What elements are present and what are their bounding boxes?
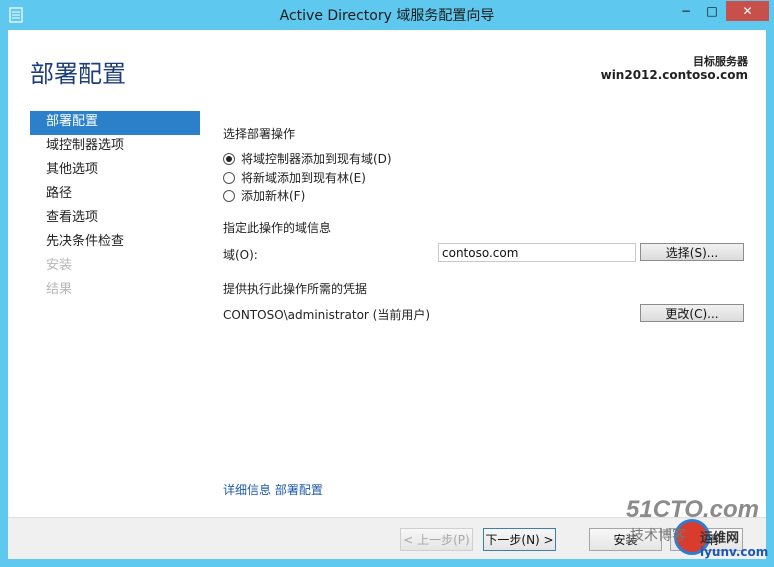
wizard-window: Active Directory 域服务配置向导 − □ ✕ 部署配置 目标服务…	[0, 0, 774, 567]
radio-unchecked-icon	[223, 171, 235, 184]
radio-label: 将域控制器添加到现有域(D)	[241, 152, 392, 166]
maximize-button[interactable]: □	[699, 1, 725, 21]
minimize-button[interactable]: −	[673, 1, 699, 21]
radio-add-dc-existing-domain[interactable]: 将域控制器添加到现有域(D)	[223, 150, 392, 167]
nav-item-paths[interactable]: 路径	[30, 183, 200, 207]
select-domain-button[interactable]: 选择(S)...	[640, 243, 744, 261]
nav-item-installation: 安装	[46, 258, 73, 273]
nav-item-results: 结果	[46, 282, 73, 297]
radio-checked-icon	[223, 152, 235, 165]
operation-heading: 选择部署操作	[223, 127, 296, 141]
domain-info-heading: 指定此操作的域信息	[223, 221, 332, 235]
more-info-link[interactable]: 详细信息 部署配置	[223, 481, 323, 498]
watermark-url: iyunv.com	[700, 545, 769, 559]
next-button[interactable]: 下一步(N) >	[483, 528, 556, 551]
radio-label: 将新域添加到现有林(E)	[241, 171, 366, 185]
radio-unchecked-icon	[223, 189, 235, 202]
nav-item-prerequisites-check[interactable]: 先决条件检查	[30, 231, 200, 255]
domain-input[interactable]	[438, 243, 636, 262]
nav-item-dc-options[interactable]: 域控制器选项	[30, 135, 200, 159]
watermark-text: 技术博客	[630, 528, 686, 544]
radio-label: 添加新林(F)	[241, 189, 306, 203]
nav-item-deployment-config[interactable]: 部署配置	[30, 111, 200, 135]
wizard-client-area: 部署配置 目标服务器 win2012.contoso.com 部署配置 域控制器…	[8, 30, 766, 517]
credentials-heading: 提供执行此操作所需的凭据	[223, 282, 368, 296]
credentials-value: CONTOSO\administrator (当前用户)	[223, 308, 431, 322]
change-credentials-button[interactable]: 更改(C)...	[640, 304, 744, 322]
window-title: Active Directory 域服务配置向导	[279, 8, 495, 24]
watermark-text-secondary: 运维网	[700, 531, 740, 546]
nav-item-additional-options[interactable]: 其他选项	[30, 159, 200, 183]
main-content: 选择部署操作 将域控制器添加到现有域(D) 将新域添加到现有林(E) 添加新林(…	[221, 30, 761, 510]
nav-item-review-options[interactable]: 查看选项	[30, 207, 200, 231]
radio-add-domain-existing-forest[interactable]: 将新域添加到现有林(E)	[223, 169, 366, 186]
previous-button[interactable]: < 上一步(P)	[400, 528, 473, 551]
domain-label: 域(O):	[223, 248, 258, 262]
wizard-nav: 部署配置 域控制器选项 其他选项 路径 查看选项 先决条件检查 安装 结果	[30, 111, 200, 303]
page-title: 部署配置	[30, 60, 126, 88]
close-button[interactable]: ✕	[726, 1, 769, 21]
title-bar[interactable]: Active Directory 域服务配置向导 − □ ✕	[0, 0, 774, 30]
radio-add-new-forest[interactable]: 添加新林(F)	[223, 187, 305, 204]
